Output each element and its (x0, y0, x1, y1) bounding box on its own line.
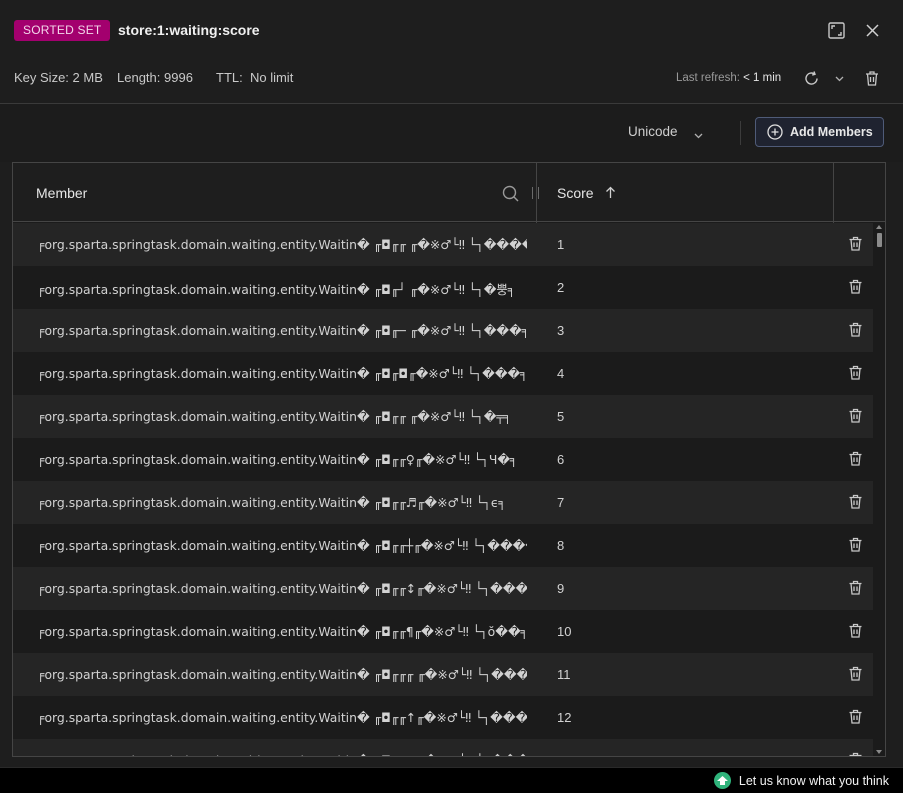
scroll-down-arrow[interactable] (876, 750, 882, 754)
score-cell[interactable]: 5 (557, 409, 564, 424)
score-cell[interactable]: 3 (557, 323, 564, 338)
close-icon[interactable] (862, 20, 882, 40)
table-row[interactable]: ╒org.sparta.springtask.domain.waiting.en… (13, 524, 873, 567)
table-row[interactable]: ╒org.sparta.springtask.domain.waiting.en… (13, 309, 873, 352)
table-row[interactable]: ╒org.sparta.springtask.domain.waiting.en… (13, 438, 873, 481)
trash-icon[interactable] (846, 364, 864, 382)
type-badge: SORTED SET (14, 20, 111, 41)
table-row[interactable]: ╒org.sparta.springtask.domain.waiting.en… (13, 739, 873, 756)
length: Length: 9996 (117, 70, 193, 85)
length-label: Length: (117, 70, 161, 85)
score-cell[interactable]: 8 (557, 538, 564, 553)
scroll-thumb[interactable] (877, 233, 882, 247)
member-cell[interactable]: ╒org.sparta.springtask.domain.waiting.en… (37, 753, 527, 756)
key-size: Key Size: 2 MB (14, 70, 103, 85)
table-body: ╒org.sparta.springtask.domain.waiting.en… (13, 223, 873, 756)
last-refresh: Last refresh: < 1 min (676, 72, 781, 84)
trash-icon[interactable] (846, 622, 864, 640)
member-cell[interactable]: ╒org.sparta.springtask.domain.waiting.en… (37, 366, 527, 381)
column-header-member[interactable]: Member (36, 185, 87, 201)
table-header: Member Score (13, 163, 885, 222)
key-name[interactable]: store:1:waiting:score (118, 22, 260, 38)
feedback-link[interactable]: Let us know what you think (713, 772, 889, 789)
member-cell[interactable]: ╒org.sparta.springtask.domain.waiting.en… (37, 409, 527, 424)
key-size-label: Key Size: (14, 70, 69, 85)
trash-icon[interactable] (846, 235, 864, 253)
trash-icon[interactable] (846, 407, 864, 425)
score-cell[interactable]: 9 (557, 581, 564, 596)
table-row[interactable]: ╒org.sparta.springtask.domain.waiting.en… (13, 610, 873, 653)
member-cell[interactable]: ╒org.sparta.springtask.domain.waiting.en… (37, 710, 527, 725)
member-cell[interactable]: ╒org.sparta.springtask.domain.waiting.en… (37, 538, 527, 553)
length-value: 9996 (164, 70, 193, 85)
member-cell[interactable]: ╒org.sparta.springtask.domain.waiting.en… (37, 581, 527, 596)
table-row[interactable]: ╒org.sparta.springtask.domain.waiting.en… (13, 567, 873, 610)
plus-circle-icon (767, 124, 783, 140)
score-cell[interactable]: 2 (557, 280, 564, 295)
trash-icon[interactable] (846, 665, 864, 683)
score-cell[interactable]: 6 (557, 452, 564, 467)
search-icon[interactable] (500, 183, 520, 203)
trash-icon[interactable] (846, 579, 864, 597)
member-cell[interactable]: ╒org.sparta.springtask.domain.waiting.en… (37, 624, 527, 639)
trash-icon[interactable] (846, 278, 864, 296)
score-cell[interactable]: 10 (557, 624, 571, 639)
score-cell[interactable]: 13 (557, 753, 571, 756)
table-row[interactable]: ╒org.sparta.springtask.domain.waiting.en… (13, 653, 873, 696)
members-toolbar: Unicode Add Members (0, 104, 903, 162)
member-cell[interactable]: ╒org.sparta.springtask.domain.waiting.en… (37, 667, 527, 682)
key-details-header: SORTED SET store:1:waiting:score Key Siz… (0, 0, 903, 104)
table-row[interactable]: ╒org.sparta.springtask.domain.waiting.en… (13, 352, 873, 395)
trash-icon[interactable] (846, 493, 864, 511)
encoding-select[interactable]: Unicode (628, 124, 678, 139)
score-cell[interactable]: 7 (557, 495, 564, 510)
add-members-label: Add Members (790, 125, 873, 139)
sort-ascending-icon[interactable] (603, 185, 617, 199)
table-row[interactable]: ╒org.sparta.springtask.domain.waiting.en… (13, 266, 873, 309)
member-cell[interactable]: ╒org.sparta.springtask.domain.waiting.en… (37, 280, 527, 298)
fullscreen-icon[interactable] (826, 20, 846, 40)
table-row[interactable]: ╒org.sparta.springtask.domain.waiting.en… (13, 395, 873, 438)
delete-key-icon[interactable] (862, 68, 882, 88)
last-refresh-value: < 1 min (743, 72, 782, 84)
footer-bar: Let us know what you think (0, 767, 903, 793)
scroll-up-arrow[interactable] (876, 225, 882, 229)
score-cell[interactable]: 11 (557, 667, 571, 682)
trash-icon[interactable] (846, 450, 864, 468)
ttl: TTL: No limit (216, 70, 293, 85)
trash-icon[interactable] (846, 751, 864, 756)
table-row[interactable]: ╒org.sparta.springtask.domain.waiting.en… (13, 696, 873, 739)
score-cell[interactable]: 12 (557, 710, 571, 725)
table-scrollbar[interactable] (874, 223, 885, 756)
score-cell[interactable]: 4 (557, 366, 564, 381)
trash-icon[interactable] (846, 536, 864, 554)
member-cell[interactable]: ╒org.sparta.springtask.domain.waiting.en… (37, 452, 527, 467)
trash-icon[interactable] (846, 321, 864, 339)
toolbar-divider (740, 121, 741, 145)
key-size-value: 2 MB (72, 70, 103, 85)
add-members-button[interactable]: Add Members (755, 117, 884, 147)
ttl-label: TTL: (216, 70, 243, 85)
member-cell[interactable]: ╒org.sparta.springtask.domain.waiting.en… (37, 323, 527, 338)
members-table: Member Score ╒org.sparta.springtask.doma… (12, 162, 886, 757)
table-row[interactable]: ╒org.sparta.springtask.domain.waiting.en… (13, 223, 873, 266)
ttl-value[interactable]: No limit (250, 70, 293, 85)
member-cell[interactable]: ╒org.sparta.springtask.domain.waiting.en… (37, 237, 527, 252)
column-header-score[interactable]: Score (557, 185, 594, 201)
member-cell[interactable]: ╒org.sparta.springtask.domain.waiting.en… (37, 495, 527, 510)
feedback-label: Let us know what you think (738, 773, 889, 788)
encoding-chevron-icon[interactable] (694, 126, 703, 144)
last-refresh-label: Last refresh: (676, 72, 740, 84)
refresh-icon[interactable] (801, 68, 821, 88)
score-cell[interactable]: 1 (557, 237, 564, 252)
chevron-down-icon[interactable] (832, 72, 846, 86)
trash-icon[interactable] (846, 708, 864, 726)
feedback-icon (713, 772, 731, 789)
table-row[interactable]: ╒org.sparta.springtask.domain.waiting.en… (13, 481, 873, 524)
